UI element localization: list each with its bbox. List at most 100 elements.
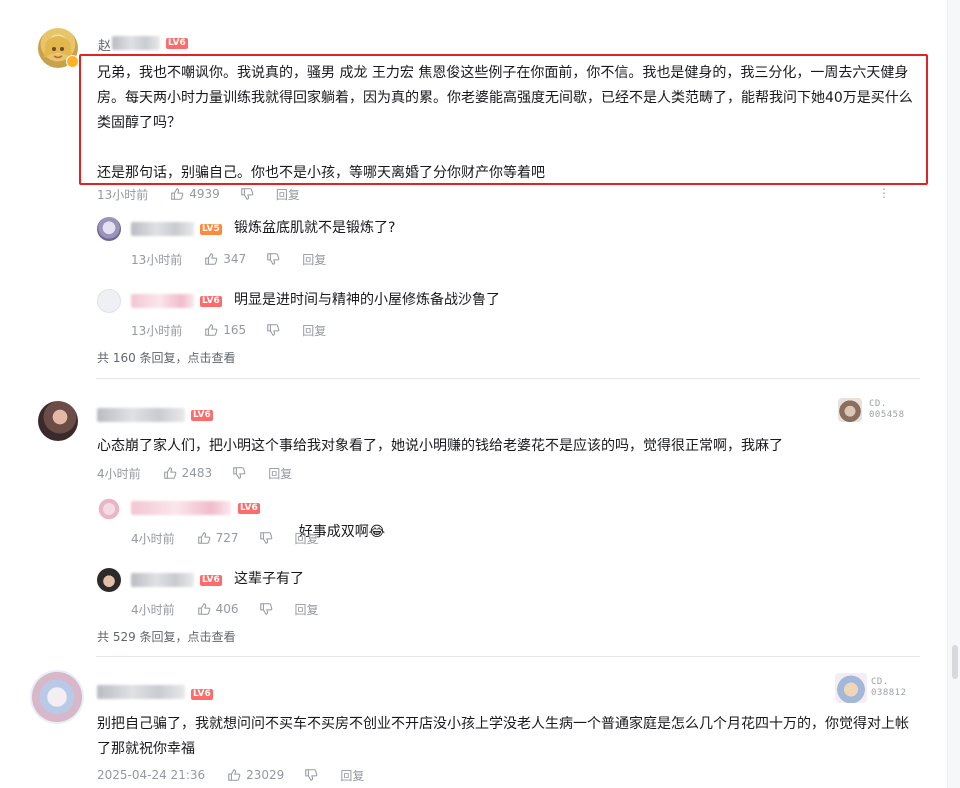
avatar[interactable] bbox=[30, 670, 84, 724]
dislike-icon bbox=[241, 188, 254, 200]
like-count: 727 bbox=[215, 531, 239, 545]
view-more-link[interactable]: 点击查看 bbox=[188, 630, 236, 644]
username-blurred bbox=[131, 294, 194, 308]
reply-time: 4小时前 bbox=[131, 602, 175, 617]
like-count: 406 bbox=[215, 602, 239, 616]
dislike-icon bbox=[267, 253, 280, 265]
like-button[interactable]: 2483 bbox=[163, 466, 213, 480]
avatar[interactable] bbox=[97, 289, 121, 313]
like-icon bbox=[228, 769, 241, 781]
divider bbox=[96, 656, 920, 657]
like-icon bbox=[197, 603, 210, 615]
fan-badge-number: 038812 bbox=[871, 688, 907, 698]
like-button[interactable]: 165 bbox=[204, 323, 246, 337]
avatar[interactable] bbox=[97, 217, 121, 241]
reply-meta: 4小时前 406 回复 bbox=[131, 601, 319, 617]
like-count: 165 bbox=[223, 323, 247, 337]
level-badge: LV6 bbox=[200, 296, 222, 307]
dislike-icon bbox=[267, 324, 280, 336]
like-button[interactable]: 347 bbox=[204, 252, 246, 266]
level-badge: LV6 bbox=[191, 410, 213, 421]
avatar[interactable] bbox=[97, 568, 121, 592]
comment-time: 4小时前 bbox=[97, 466, 141, 481]
reply-count: 共 529 条回复， bbox=[97, 630, 188, 644]
reply-meta: 13小时前 165 回复 bbox=[131, 322, 326, 338]
username-blurred bbox=[97, 685, 185, 699]
more-replies: 共 160 条回复，点击查看 bbox=[97, 349, 236, 366]
like-count: 23029 bbox=[246, 768, 285, 782]
reply-text: 这辈子有了 bbox=[234, 571, 304, 587]
reply-text: 明显是进时间与精神的小屋修炼备战沙鲁了 bbox=[234, 292, 500, 308]
dislike-button[interactable] bbox=[259, 602, 273, 616]
dislike-icon bbox=[233, 467, 246, 479]
comment-text: 兄弟，我也不嘲讽你。我说真的，骚男 成龙 王力宏 焦恩俊这些例子在你面前，你不信… bbox=[97, 65, 913, 181]
fan-badge-icon bbox=[838, 398, 862, 422]
dislike-icon bbox=[259, 603, 272, 615]
dislike-icon bbox=[305, 769, 318, 781]
reply-button[interactable]: 回复 bbox=[302, 251, 326, 268]
fan-badge-label: CD. bbox=[869, 399, 887, 409]
reply-meta: 13小时前 347 回复 bbox=[131, 251, 326, 267]
like-icon bbox=[205, 253, 218, 265]
username[interactable]: 赵 bbox=[98, 35, 111, 54]
fan-badge-icon bbox=[835, 673, 867, 703]
divider bbox=[96, 378, 920, 379]
dislike-button[interactable] bbox=[232, 466, 246, 480]
scrollbar-thumb[interactable] bbox=[952, 645, 958, 679]
comment-text: 心态崩了家人们，把小明这个事给我对象看了，她说小明赚的钱给老婆花不是应该的吗，觉… bbox=[97, 438, 783, 454]
dislike-button[interactable] bbox=[266, 252, 280, 266]
like-button[interactable]: 4939 bbox=[170, 187, 220, 201]
more-replies: 共 529 条回复，点击查看 bbox=[97, 628, 236, 645]
reply-count: 共 160 条回复， bbox=[97, 351, 188, 365]
like-count: 2483 bbox=[181, 466, 213, 480]
reply-text: 锻炼盆底肌就不是锻炼了? bbox=[234, 220, 396, 236]
dislike-button[interactable] bbox=[266, 323, 280, 337]
comment-meta: 2025-04-24 21:36 23029 回复 bbox=[97, 767, 364, 783]
comment-meta: 13小时前 4939 回复 bbox=[97, 186, 300, 202]
reply-button[interactable]: 回复 bbox=[276, 186, 300, 203]
like-button[interactable]: 23029 bbox=[227, 768, 284, 782]
fan-badge-number: 005458 bbox=[869, 410, 905, 420]
dislike-icon bbox=[259, 532, 272, 544]
comment-time: 2025-04-24 21:36 bbox=[97, 768, 206, 782]
level-badge: LV6 bbox=[166, 38, 188, 49]
like-button[interactable]: 406 bbox=[197, 602, 239, 616]
like-icon bbox=[163, 467, 176, 479]
comment-text: 别把自己骗了，我就想问问不买车不买房不创业不开店没小孩上学没老人生病一个普通家庭… bbox=[97, 716, 909, 757]
reply-button[interactable]: 回复 bbox=[268, 465, 292, 482]
username-blurred bbox=[97, 408, 185, 422]
dislike-button[interactable] bbox=[240, 187, 254, 201]
like-button[interactable]: 727 bbox=[197, 531, 239, 545]
username-blurred bbox=[112, 36, 160, 50]
reply-button[interactable]: 回复 bbox=[295, 530, 319, 547]
verified-badge-icon bbox=[66, 55, 79, 68]
comment-time: 13小时前 bbox=[97, 187, 149, 202]
reply-time: 4小时前 bbox=[131, 531, 175, 546]
username-blurred bbox=[131, 501, 231, 515]
like-count: 4939 bbox=[189, 187, 220, 201]
avatar[interactable] bbox=[38, 401, 78, 441]
reply-meta: 4小时前 727 回复 bbox=[131, 530, 319, 546]
like-icon bbox=[205, 324, 218, 336]
view-more-link[interactable]: 点击查看 bbox=[188, 351, 236, 365]
like-icon bbox=[171, 188, 184, 200]
reply-time: 13小时前 bbox=[131, 252, 183, 267]
fan-badge-label: CD. bbox=[871, 677, 889, 687]
comment-meta: 4小时前 2483 回复 bbox=[97, 465, 292, 481]
level-badge: LV6 bbox=[200, 575, 222, 586]
username-blurred bbox=[131, 222, 194, 236]
scrollbar[interactable] bbox=[947, 0, 960, 788]
like-count: 347 bbox=[223, 252, 247, 266]
dislike-button[interactable] bbox=[304, 768, 318, 782]
avatar[interactable] bbox=[97, 497, 121, 521]
more-icon[interactable]: ⋮ bbox=[878, 186, 890, 200]
reply-button[interactable]: 回复 bbox=[340, 767, 364, 784]
level-badge: LV6 bbox=[238, 503, 260, 514]
dislike-button[interactable] bbox=[259, 531, 273, 545]
reply-button[interactable]: 回复 bbox=[295, 601, 319, 618]
reply-button[interactable]: 回复 bbox=[302, 322, 326, 339]
level-badge: LV5 bbox=[200, 224, 222, 235]
reply-time: 13小时前 bbox=[131, 323, 183, 338]
like-icon bbox=[197, 532, 210, 544]
laughing-emoji-icon: 😂 bbox=[368, 524, 386, 540]
